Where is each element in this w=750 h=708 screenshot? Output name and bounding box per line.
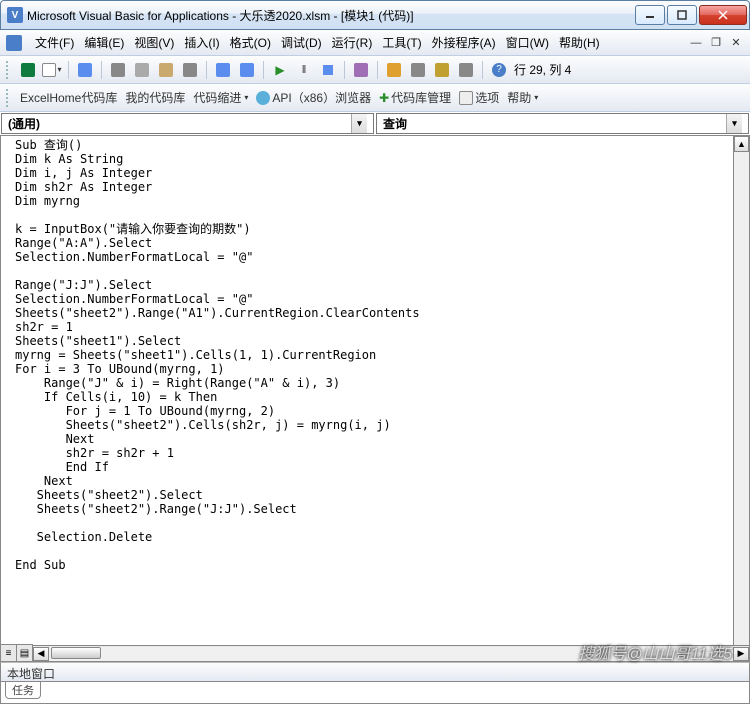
toolbar-grip[interactable] (6, 61, 10, 79)
break-button[interactable]: ‖ (293, 59, 315, 81)
code-text[interactable]: Sub 查询() Dim k As String Dim i, j As Int… (1, 136, 733, 574)
project-explorer-button[interactable] (383, 59, 405, 81)
design-mode-button[interactable] (350, 59, 372, 81)
scroll-thumb[interactable] (51, 647, 101, 659)
window-titlebar: V Microsoft Visual Basic for Application… (0, 0, 750, 30)
object-browser-button[interactable] (431, 59, 453, 81)
toolbar-grip[interactable] (6, 89, 10, 107)
paste-button[interactable] (155, 59, 177, 81)
cursor-position: 行 29, 列 4 (514, 61, 571, 78)
menu-run[interactable]: 运行(R) (328, 32, 377, 53)
procedure-dropdown[interactable]: 查询 ▾ (376, 113, 749, 134)
copy-button[interactable] (131, 59, 153, 81)
scroll-left-button[interactable]: ◀ (33, 647, 49, 661)
vertical-scrollbar[interactable]: ▲ ▼ (733, 136, 749, 661)
code-view-buttons: ≡ ▤ (1, 644, 33, 661)
locals-window-title[interactable]: 本地窗口 (0, 662, 750, 682)
menu-addins[interactable]: 外接程序(A) (428, 32, 500, 53)
menu-bar: 文件(F) 编辑(E) 视图(V) 插入(I) 格式(O) 调试(D) 运行(R… (0, 30, 750, 56)
properties-button[interactable] (407, 59, 429, 81)
procedure-view-button[interactable]: ≡ (1, 645, 17, 661)
menu-help[interactable]: 帮助(H) (555, 32, 604, 53)
menu-tools[interactable]: 工具(T) (378, 32, 425, 53)
undo-button[interactable] (212, 59, 234, 81)
view-excel-button[interactable] (17, 59, 39, 81)
addin-help-button[interactable]: 帮助▾ (507, 89, 538, 106)
object-dropdown[interactable]: (通用) ▾ (1, 113, 374, 134)
menu-file[interactable]: 文件(F) (31, 32, 78, 53)
horizontal-scrollbar[interactable]: ◀ ▶ (33, 645, 749, 661)
locals-window-body[interactable]: 任务 (0, 682, 750, 704)
menu-format[interactable]: 格式(O) (226, 32, 275, 53)
app-icon: V (7, 7, 23, 23)
chevron-down-icon: ▾ (726, 114, 742, 133)
options-button[interactable]: 选项 (459, 89, 499, 106)
scroll-track[interactable] (734, 152, 749, 645)
object-dropdown-value: (通用) (8, 115, 40, 132)
scroll-right-button[interactable]: ▶ (733, 647, 749, 661)
procedure-dropdown-value: 查询 (383, 115, 407, 132)
run-button[interactable]: ▶ (269, 59, 291, 81)
menu-insert[interactable]: 插入(I) (180, 32, 223, 53)
menu-edit[interactable]: 编辑(E) (80, 32, 128, 53)
object-proc-bar: (通用) ▾ 查询 ▾ (0, 112, 750, 136)
mdi-close-button[interactable]: ✕ (728, 36, 744, 50)
code-indent-button[interactable]: 代码缩进▾ (193, 89, 248, 106)
close-button[interactable] (699, 5, 747, 25)
addin-toolbar: ExcelHome代码库 我的代码库 代码缩进▾ API（x86）浏览器 ✚代码… (0, 84, 750, 112)
chevron-down-icon: ▾ (351, 114, 367, 133)
reset-button[interactable] (317, 59, 339, 81)
excelhome-lib-button[interactable]: ExcelHome代码库 (20, 89, 117, 106)
find-button[interactable] (179, 59, 201, 81)
mdi-minimize-button[interactable]: — (688, 36, 704, 50)
menu-window[interactable]: 窗口(W) (502, 32, 553, 53)
menu-debug[interactable]: 调试(D) (277, 32, 326, 53)
scroll-up-button[interactable]: ▲ (734, 136, 749, 152)
code-editor[interactable]: Sub 查询() Dim k As String Dim i, j As Int… (1, 136, 733, 661)
my-lib-button[interactable]: 我的代码库 (125, 89, 185, 106)
menu-view[interactable]: 视图(V) (130, 32, 178, 53)
save-button[interactable] (74, 59, 96, 81)
toolbox-button[interactable] (455, 59, 477, 81)
window-controls (633, 5, 747, 25)
redo-button[interactable] (236, 59, 258, 81)
maximize-button[interactable] (667, 5, 697, 25)
standard-toolbar: ▾ ▶ ‖ ? 行 29, 列 4 (0, 56, 750, 84)
help-button[interactable]: ? (488, 59, 510, 81)
cut-button[interactable] (107, 59, 129, 81)
mdi-restore-button[interactable]: ❐ (708, 36, 724, 50)
window-title: Microsoft Visual Basic for Applications … (27, 7, 633, 24)
code-pane: Sub 查询() Dim k As String Dim i, j As Int… (0, 136, 750, 662)
locals-tab[interactable]: 任务 (5, 682, 41, 699)
lib-manager-button[interactable]: ✚代码库管理 (379, 89, 451, 106)
api-browser-button[interactable]: API（x86）浏览器 (256, 89, 371, 106)
scroll-track[interactable] (49, 647, 733, 661)
full-module-view-button[interactable]: ▤ (17, 645, 33, 661)
mdi-icon (6, 35, 22, 51)
insert-item-button[interactable]: ▾ (41, 59, 63, 81)
minimize-button[interactable] (635, 5, 665, 25)
